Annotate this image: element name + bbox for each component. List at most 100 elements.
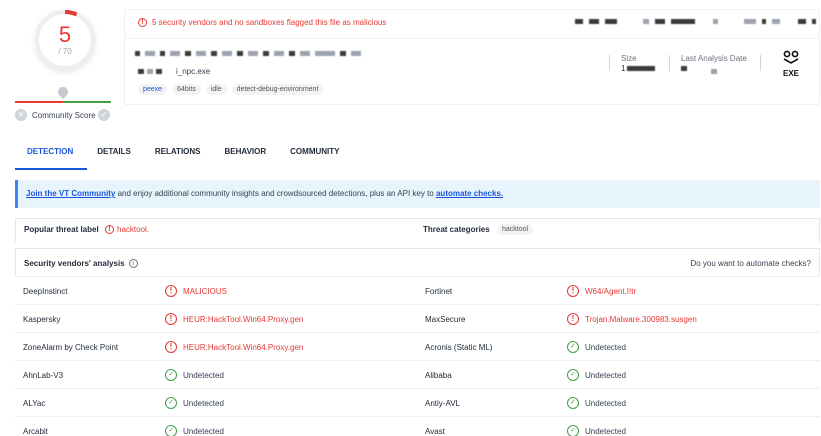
vendor-result: ✓ Undetected: [567, 397, 626, 409]
result-text[interactable]: Trojan.Malware.300983.susgen: [585, 315, 697, 324]
tag-peexe[interactable]: peexe: [138, 84, 168, 95]
size-label: Size: [621, 54, 637, 63]
vendor-result: ! Trojan.Malware.300983.susgen: [567, 313, 697, 325]
vendor-result: ! HEUR:HackTool.Win64.Proxy.gen: [165, 313, 303, 325]
tab-detection[interactable]: DETECTION: [15, 145, 85, 169]
malicious-icon: !: [567, 285, 579, 297]
community-banner: Join the VT Community and enjoy addition…: [15, 180, 820, 208]
score-total: / 70: [58, 47, 72, 56]
banner-text: and enjoy additional community insights …: [115, 189, 436, 198]
meta-separator-2: [669, 55, 670, 71]
undetected-check-icon: ✓: [567, 369, 579, 381]
threat-categories-label: Threat categories: [423, 225, 490, 234]
vendor-result: ✓ Undetected: [567, 369, 626, 381]
community-score-label: Community Score: [32, 111, 96, 120]
threat-category-tag[interactable]: hacktool: [497, 224, 534, 235]
tab-details[interactable]: DETAILS: [85, 145, 143, 169]
last-analysis-label: Last Analysis Date: [681, 54, 747, 63]
malicious-alert: ! 5 security vendors and no sandboxes fl…: [138, 18, 386, 27]
alert-icon: !: [138, 18, 147, 27]
tab-community[interactable]: COMMUNITY: [278, 145, 351, 169]
vendor-name: Antiy-AVL: [425, 399, 460, 408]
join-community-link[interactable]: Join the VT Community: [26, 189, 115, 198]
result-text[interactable]: HEUR:HackTool.Win64.Proxy.gen: [183, 343, 303, 352]
vendor-row: ZoneAlarm by Check Point! HEUR:HackTool.W…: [15, 332, 820, 360]
vendor-row: ALYac ✓ Undetected Antiy-AVL ✓ Undetected: [15, 388, 820, 416]
result-text: Undetected: [183, 398, 224, 408]
vendor-result: ! W64/Agent.I!tr: [567, 285, 636, 297]
vendor-name: Arcabit: [23, 427, 48, 436]
score-detected: 5: [58, 22, 72, 47]
meta-separator-3: [760, 55, 761, 71]
vendor-result: ✓ Undetected: [165, 425, 224, 436]
vote-harmless-icon[interactable]: ✓: [98, 109, 110, 121]
vendor-row: Kaspersky! HEUR:HackTool.Win64.Proxy.gen M…: [15, 304, 820, 332]
vendor-name: ALYac: [23, 399, 46, 408]
vendor-row: DeepInstinct! MALICIOUS Fortinet! W64/Agent…: [15, 276, 820, 304]
automate-question[interactable]: Do you want to automate checks?: [690, 259, 811, 268]
result-text: Undetected: [585, 398, 626, 408]
tab-relations[interactable]: RELATIONS: [143, 145, 213, 169]
tab-behavior[interactable]: BEHAVIOR: [213, 145, 279, 169]
redacted-filename-prefix: [138, 69, 162, 74]
vendor-name: Fortinet: [425, 287, 453, 296]
undetected-check-icon: ✓: [567, 425, 579, 436]
vendor-name: Kaspersky: [23, 315, 61, 324]
tag-64bits[interactable]: 64bits: [172, 84, 201, 95]
popular-threat-value: ! hacktool.: [105, 225, 149, 234]
vendor-row: Arcabit ✓ Undetected Avast ✓ Undetected: [15, 416, 820, 436]
vendor-result: ✓ Undetected: [165, 397, 224, 409]
result-text: Undetected: [585, 426, 626, 436]
vendor-row: AhnLab-V3 ✓ Undetected Alibaba ✓ Undetected: [15, 360, 820, 388]
vote-malicious-icon[interactable]: ✕: [15, 109, 27, 121]
malicious-icon: !: [165, 285, 177, 297]
redacted-sha256: [135, 51, 361, 56]
result-text: Undetected: [585, 342, 626, 352]
undetected-check-icon: ✓: [567, 397, 579, 409]
last-analysis-value: [681, 66, 717, 74]
result-text[interactable]: HEUR:HackTool.Win64.Proxy.gen: [183, 315, 303, 324]
exe-file-icon: EXE: [779, 50, 803, 78]
file-tags: peexe 64bits idle detect-debug-environme…: [138, 84, 324, 95]
vendor-name: AhnLab-V3: [23, 371, 64, 380]
result-text: Undetected: [585, 370, 626, 380]
vendor-name: Avast: [425, 427, 445, 436]
tag-detect-debug[interactable]: detect-debug-environment: [231, 84, 324, 95]
undetected-check-icon: ✓: [567, 341, 579, 353]
vendors-title: Security vendors' analysis i: [24, 259, 138, 268]
automate-checks-link[interactable]: automate checks.: [436, 189, 503, 198]
file-type-label: EXE: [782, 69, 799, 78]
malicious-icon: !: [567, 313, 579, 325]
detection-score: 5 / 70: [35, 10, 95, 70]
vendor-name: MaxSecure: [425, 315, 466, 324]
file-name: i_npc.exe: [176, 67, 211, 76]
info-icon[interactable]: i: [128, 259, 138, 268]
result-text[interactable]: MALICIOUS: [183, 287, 227, 296]
undetected-check-icon: ✓: [165, 397, 177, 409]
exe-glyph-icon: [783, 50, 799, 64]
meta-separator: [609, 55, 610, 71]
vendor-name: Alibaba: [425, 371, 452, 380]
tab-bar: DETECTION DETAILS RELATIONS BEHAVIOR COM…: [15, 145, 351, 169]
vendor-name: Acronis (Static ML): [425, 343, 493, 352]
vendor-name: ZoneAlarm by Check Point: [23, 343, 119, 352]
alert-text: 5 security vendors and no sandboxes flag…: [152, 18, 387, 27]
result-text: Undetected: [183, 370, 224, 380]
vendor-result: ✓ Undetected: [567, 425, 626, 436]
vendor-result: ✓ Undetected: [165, 369, 224, 381]
size-value: 1: [621, 64, 656, 73]
popular-threat-label: Popular threat label: [24, 225, 99, 234]
vendor-result: ! MALICIOUS: [165, 285, 227, 297]
card-divider: [124, 38, 820, 39]
malicious-icon: !: [165, 341, 177, 353]
result-text[interactable]: W64/Agent.I!tr: [585, 287, 636, 296]
tag-idle[interactable]: idle: [205, 84, 227, 95]
community-score-bar: [15, 101, 111, 103]
vendor-result: ! HEUR:HackTool.Win64.Proxy.gen: [165, 341, 303, 353]
undetected-check-icon: ✓: [165, 425, 177, 436]
malicious-icon: !: [165, 313, 177, 325]
redacted-hash: [575, 19, 816, 24]
location-marker-icon: [58, 87, 68, 99]
vendor-result: ✓ Undetected: [567, 341, 626, 353]
undetected-check-icon: ✓: [165, 369, 177, 381]
